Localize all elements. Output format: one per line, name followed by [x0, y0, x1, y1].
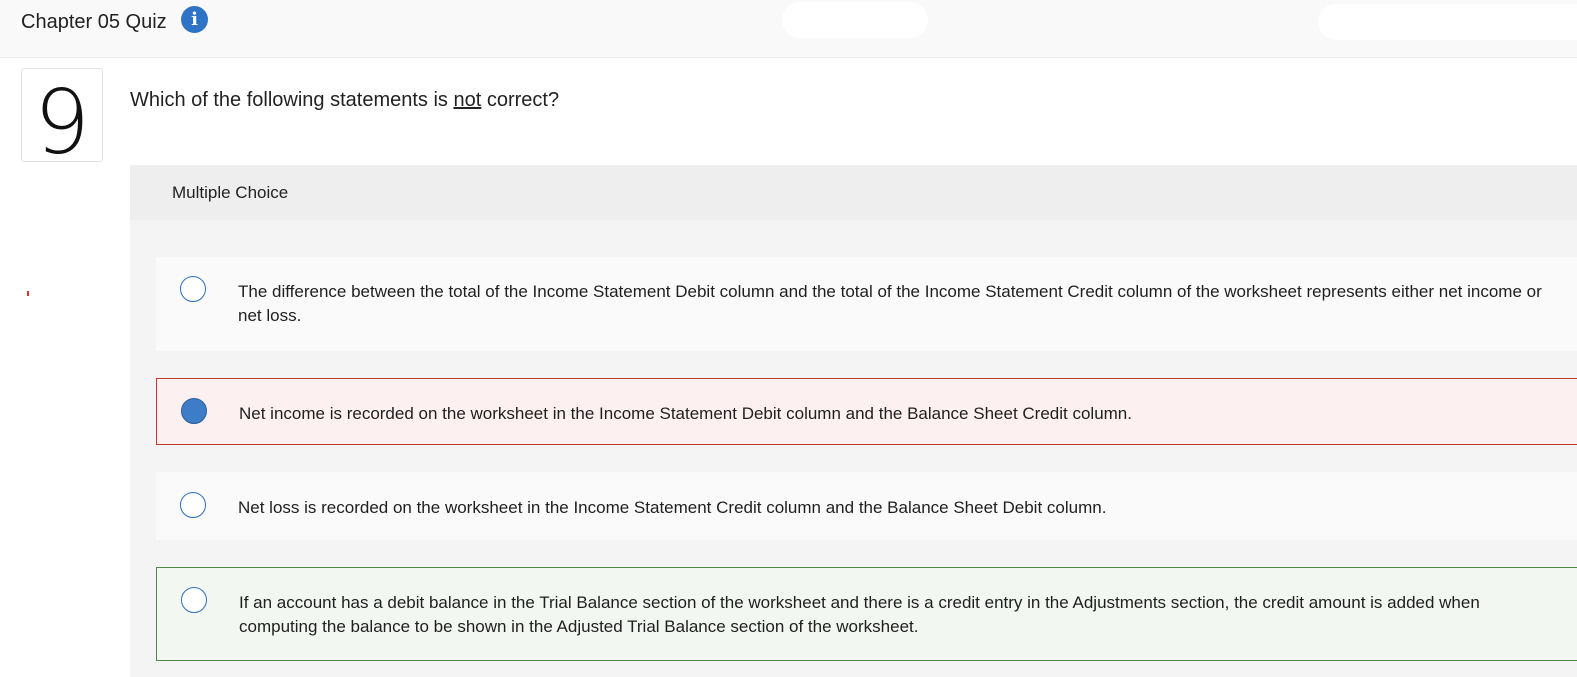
answer-option-text: The difference between the total of the … — [238, 282, 1542, 325]
radio-button-c[interactable] — [180, 492, 206, 518]
stray-mark — [27, 291, 29, 296]
question-text: Which of the following statements is not… — [130, 88, 559, 112]
question-type-label: Multiple Choice — [172, 183, 289, 202]
info-icon[interactable]: i — [181, 6, 208, 33]
question-number-box: 9 — [21, 68, 103, 162]
question-text-before: Which of the following statements is — [130, 89, 454, 111]
answer-option-text: Net loss is recorded on the worksheet in… — [238, 498, 1107, 517]
redacted-area — [782, 2, 928, 38]
quiz-title: Chapter 05 Quiz — [21, 11, 167, 33]
answer-option-a[interactable]: The difference between the total of the … — [156, 257, 1577, 351]
radio-button-b-selected[interactable] — [181, 398, 207, 424]
answer-option-b[interactable]: Net income is recorded on the worksheet … — [156, 378, 1577, 445]
answer-panel: Multiple Choice The difference between t… — [130, 165, 1577, 677]
question-type-header: Multiple Choice — [130, 165, 1577, 220]
redacted-area — [1318, 4, 1577, 40]
radio-button-d[interactable] — [181, 587, 207, 613]
answer-option-d[interactable]: If an account has a debit balance in the… — [156, 567, 1577, 661]
radio-button-a[interactable] — [180, 276, 206, 302]
question-number: 9 — [34, 71, 90, 162]
question-text-emphasis: not — [453, 89, 482, 111]
answer-option-c[interactable]: Net loss is recorded on the worksheet in… — [156, 472, 1577, 540]
quiz-header: Chapter 05 Quiz i — [0, 0, 1577, 58]
answer-option-text: Net income is recorded on the worksheet … — [239, 404, 1132, 423]
answer-option-text: If an account has a debit balance in the… — [239, 593, 1480, 636]
question-text-after: correct? — [481, 89, 560, 111]
